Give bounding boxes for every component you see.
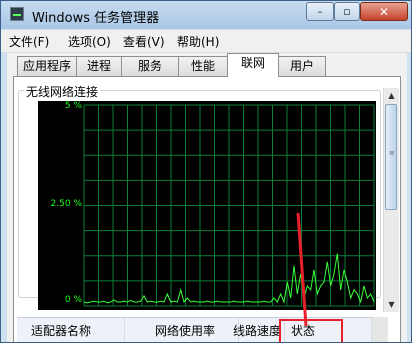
scroll-thumb[interactable]: ≡ <box>385 104 397 210</box>
task-manager-app-icon <box>10 7 24 21</box>
y-tick-label-mid: 2.50 % <box>50 199 82 209</box>
task-manager-window: Windows 任务管理器 – ▫ ✕ 文件(F) 选项(O) 查看(V) 帮助… <box>0 0 412 343</box>
tab-control: 应用程序 进程 服务 性能 联网 用户 无线网络连接 5 % 2.50 % 0 … <box>7 53 407 342</box>
scroll-down-arrow-icon[interactable]: ▼ <box>384 297 399 312</box>
maximize-button[interactable]: ▫ <box>334 2 360 21</box>
header-scroll-strip <box>372 317 388 342</box>
y-tick-label-max: 5 % <box>64 101 82 111</box>
network-usage-chart <box>83 104 375 307</box>
annotation-highlight-box <box>279 319 343 342</box>
column-link-speed[interactable]: 线路速度 <box>225 318 285 342</box>
networking-panel: 无线网络连接 5 % 2.50 % 0 % ▲ ≡ ▼ <box>13 76 401 342</box>
adapter-graph-title: 无线网络连接 <box>24 83 101 100</box>
menu-help[interactable]: 帮助(H) <box>177 33 219 50</box>
menu-bar: 文件(F) 选项(O) 查看(V) 帮助(H) <box>1 30 411 53</box>
vertical-scrollbar[interactable]: ▲ ≡ ▼ <box>383 88 399 312</box>
scroll-up-arrow-icon[interactable]: ▲ <box>384 88 399 103</box>
tab-applications[interactable]: 应用程序 <box>17 56 77 76</box>
y-tick-label-min: 0 % <box>64 295 82 305</box>
close-button[interactable]: ✕ <box>360 2 408 21</box>
menu-view[interactable]: 查看(V) <box>123 33 165 50</box>
window-title: Windows 任务管理器 <box>32 11 160 26</box>
tab-users[interactable]: 用户 <box>278 56 326 76</box>
tab-processes[interactable]: 进程 <box>76 56 122 76</box>
column-adapter-name[interactable]: 适配器名称 <box>17 318 125 342</box>
grip-icon: ≡ <box>389 149 395 157</box>
title-bar[interactable]: Windows 任务管理器 – ▫ ✕ <box>1 1 411 29</box>
tab-performance[interactable]: 性能 <box>178 56 228 76</box>
network-usage-graph: 5 % 2.50 % 0 % <box>38 101 376 310</box>
menu-file[interactable]: 文件(F) <box>9 33 49 50</box>
menu-options[interactable]: 选项(O) <box>68 33 111 50</box>
minimize-button[interactable]: – <box>306 2 334 21</box>
tab-services[interactable]: 服务 <box>121 56 179 76</box>
tab-networking[interactable]: 联网 <box>227 53 279 77</box>
